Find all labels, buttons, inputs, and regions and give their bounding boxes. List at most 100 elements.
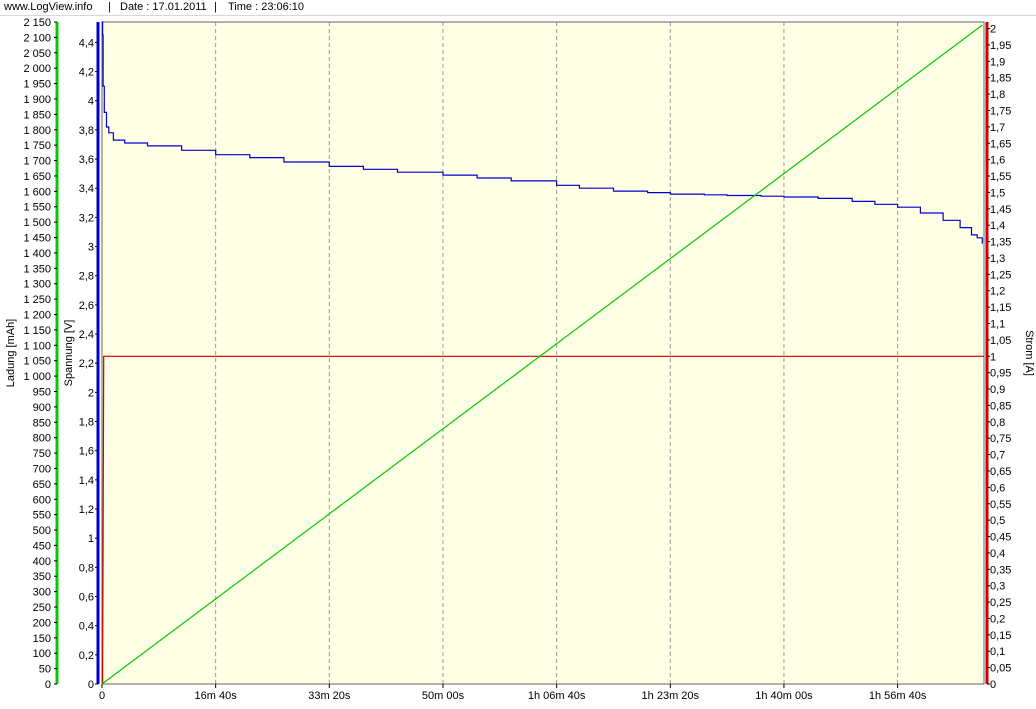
current-tick-label: 0,6 — [990, 482, 1005, 494]
current-tick-label: 0,8 — [990, 417, 1005, 429]
charge-tick-label: 450 — [33, 540, 51, 552]
x-tick-label: 0 — [99, 690, 105, 702]
voltage-tick-label: 0,8 — [79, 562, 94, 574]
current-tick-label: 0,95 — [990, 368, 1011, 380]
charge-tick-label: 2 000 — [23, 63, 51, 75]
current-tick-label: 1,65 — [990, 138, 1011, 150]
charge-tick-label: 1 550 — [23, 202, 51, 214]
charge-tick-label: 1 200 — [23, 310, 51, 322]
charge-tick-label: 850 — [33, 417, 51, 429]
voltage-tick-label: 3,8 — [79, 125, 94, 137]
voltage-tick-label: 3,6 — [79, 154, 94, 166]
current-tick-label: 1,35 — [990, 237, 1011, 249]
x-tick-label: 33m 20s — [308, 690, 351, 702]
charge-tick-label: 1 150 — [23, 325, 51, 337]
current-tick-label: 0,45 — [990, 532, 1011, 544]
x-tick-label: 1h 23m 20s — [642, 690, 700, 702]
voltage-tick-label: 1,4 — [79, 475, 94, 487]
voltage-tick-label: 0,2 — [79, 650, 94, 662]
current-tick-label: 1,75 — [990, 105, 1011, 117]
charge-tick-label: 2 150 — [23, 17, 51, 29]
charge-tick-label: 1 800 — [23, 125, 51, 137]
charge-tick-label: 1 600 — [23, 186, 51, 198]
charge-tick-label: 2 050 — [23, 48, 51, 60]
current-tick-label: 0,15 — [990, 630, 1011, 642]
charge-tick-label: 1 350 — [23, 263, 51, 275]
current-tick-label: 0,9 — [990, 384, 1005, 396]
charge-tick-label: 150 — [33, 633, 51, 645]
charge-tick-label: 550 — [33, 510, 51, 522]
charge-tick-label: 200 — [33, 617, 51, 629]
voltage-tick-label: 3,4 — [79, 183, 94, 195]
charge-tick-label: 50 — [39, 664, 51, 676]
voltage-tick-label: 2,2 — [79, 358, 94, 370]
voltage-tick-label: 0,6 — [79, 592, 94, 604]
current-tick-label: 0,85 — [990, 400, 1011, 412]
current-tick-label: 1,4 — [990, 220, 1005, 232]
charge-tick-label: 1 400 — [23, 248, 51, 260]
current-tick-label: 0,3 — [990, 581, 1005, 593]
current-tick-label: 1,8 — [990, 89, 1005, 101]
voltage-tick-label: 2,4 — [79, 329, 94, 341]
current-tick-label: 0,4 — [990, 548, 1005, 560]
current-tick-label: 0,25 — [990, 597, 1011, 609]
chart: 0 16m 40s 33m 20s 50m 00s 1h 06m 40s 1h 23m 2… — [5, 17, 1035, 702]
voltage-tick-label: 2,8 — [79, 271, 94, 283]
charge-tick-label: 1 650 — [23, 171, 51, 183]
charge-tick-label: 1 250 — [23, 294, 51, 306]
current-tick-label: 1,9 — [990, 56, 1005, 68]
current-tick-label: 1,1 — [990, 319, 1005, 331]
x-tick-label: 1h 40m 00s — [755, 690, 813, 702]
charge-tick-label: 900 — [33, 402, 51, 414]
voltage-tick-label: 2,6 — [79, 300, 94, 312]
charge-axis-label: Ladung [mAh] — [5, 319, 17, 388]
current-tick-label: 1 — [990, 351, 996, 363]
x-tick-label: 16m 40s — [195, 690, 238, 702]
charge-tick-label: 1 000 — [23, 371, 51, 383]
voltage-tick-label: 0,4 — [79, 621, 94, 633]
current-tick-label: 0 — [990, 679, 996, 691]
current-tick-label: 2 — [990, 24, 996, 36]
current-tick-label: 1,3 — [990, 253, 1005, 265]
charge-tick-label: 100 — [33, 648, 51, 660]
charge-tick-label: 1 950 — [23, 79, 51, 91]
charge-tick-label: 700 — [33, 463, 51, 475]
current-tick-label: 1,95 — [990, 40, 1011, 52]
current-tick-label: 1,45 — [990, 204, 1011, 216]
charge-tick-label: 0 — [45, 679, 51, 691]
charge-tick-label: 350 — [33, 571, 51, 583]
charge-tick-label: 950 — [33, 386, 51, 398]
voltage-tick-label: 0 — [88, 679, 94, 691]
charge-tick-label: 800 — [33, 433, 51, 445]
current-tick-label: 0,55 — [990, 499, 1011, 511]
charge-tick-label: 300 — [33, 587, 51, 599]
current-tick-label: 1,15 — [990, 302, 1011, 314]
charge-tick-label: 1 900 — [23, 94, 51, 106]
current-tick-label: 1,2 — [990, 286, 1005, 298]
voltage-tick-label: 4,2 — [79, 67, 94, 79]
current-tick-label: 0,75 — [990, 433, 1011, 445]
charge-tick-label: 250 — [33, 602, 51, 614]
charge-tick-label: 1 450 — [23, 233, 51, 245]
voltage-tick-label: 1 — [88, 533, 94, 545]
voltage-tick-label: 3 — [88, 242, 94, 254]
current-tick-label: 1,05 — [990, 335, 1011, 347]
current-tick-label: 1,25 — [990, 269, 1011, 281]
voltage-axis-label: Spannung [V] — [63, 320, 75, 387]
voltage-tick-label: 2 — [88, 387, 94, 399]
current-tick-label: 0,2 — [990, 613, 1005, 625]
current-tick-label: 1,5 — [990, 187, 1005, 199]
current-tick-label: 0,65 — [990, 466, 1011, 478]
charge-tick-label: 1 100 — [23, 340, 51, 352]
x-tick-label: 1h 56m 40s — [869, 690, 927, 702]
voltage-tick-label: 3,2 — [79, 212, 94, 224]
charge-tick-label: 750 — [33, 448, 51, 460]
charge-tick-label: 1 500 — [23, 217, 51, 229]
charge-tick-label: 600 — [33, 494, 51, 506]
charge-tick-label: 1 850 — [23, 109, 51, 121]
current-tick-label: 1,85 — [990, 73, 1011, 85]
current-tick-label: 0,1 — [990, 646, 1005, 658]
current-tick-label: 0,05 — [990, 663, 1011, 675]
current-tick-label: 0,7 — [990, 450, 1005, 462]
charge-tick-label: 650 — [33, 479, 51, 491]
